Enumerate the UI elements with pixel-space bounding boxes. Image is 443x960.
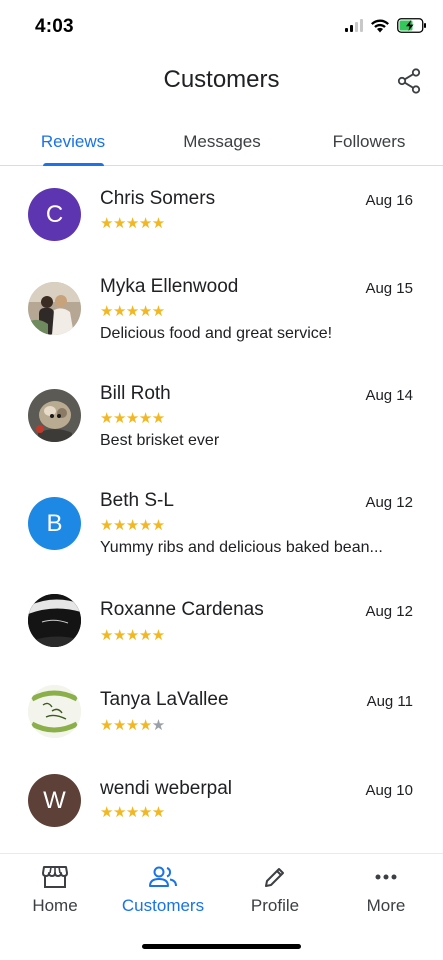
avatar [28, 594, 81, 647]
review-comment: Yummy ribs and delicious baked bean... [100, 539, 383, 556]
nav-more-label: More [366, 896, 406, 915]
app-header: Customers [0, 52, 443, 110]
reviewer-name: Roxanne Cardenas [100, 599, 264, 620]
reviewer-name: Bill Roth [100, 383, 171, 404]
profile-photo-image [28, 594, 81, 647]
review-comment: Delicious food and great service! [100, 325, 333, 342]
share-button[interactable] [395, 66, 423, 96]
logo-image [28, 685, 81, 738]
avatar: B [28, 497, 81, 550]
cellular-signal-icon [345, 19, 363, 32]
battery-charging-icon [397, 18, 426, 33]
star-rating: ★★★★★ [100, 518, 165, 533]
nav-customers[interactable]: Customers [108, 862, 218, 916]
review-date: Aug 11 [366, 693, 413, 710]
status-bar: 4:03 [0, 0, 443, 52]
review-item[interactable]: Bill Roth Aug 14 ★★★★★ Best brisket ever [0, 374, 443, 482]
review-date: Aug 14 [365, 387, 413, 404]
review-date: Aug 12 [365, 494, 413, 511]
nav-home-label: Home [32, 896, 78, 915]
reviewer-name: Myka Ellenwood [100, 276, 239, 297]
storefront-icon [42, 866, 68, 888]
star-icon: ★★★★★ [100, 804, 165, 821]
nav-profile-label: Profile [250, 896, 300, 915]
tab-messages[interactable]: Messages [170, 132, 274, 152]
star-rating: ★★★★★ [100, 628, 165, 643]
nav-home[interactable]: Home [0, 862, 110, 916]
share-icon [397, 68, 421, 94]
avatar-initial: B [46, 509, 63, 537]
star-icon: ★★★★★ [100, 517, 165, 534]
star-rating: ★★★★★ [100, 304, 165, 319]
star-icon: ★★★★★ [100, 215, 165, 232]
nav-customers-label: Customers [121, 896, 205, 915]
review-item[interactable]: W wendi weberpal Aug 10 ★★★★★ [0, 774, 443, 864]
pencil-icon [265, 868, 284, 887]
reviewer-name: Beth S-L [100, 490, 174, 511]
review-date: Aug 15 [365, 280, 413, 297]
reviewer-name: Chris Somers [100, 188, 216, 209]
people-icon [149, 866, 177, 887]
star-icon: ★★★★ [100, 717, 152, 734]
avatar [28, 389, 81, 442]
review-date: Aug 10 [365, 782, 413, 799]
profile-photo-image [28, 282, 81, 335]
review-item[interactable]: Tanya LaVallee Aug 11 ★★★★★ [0, 682, 443, 774]
nav-profile[interactable]: Profile [220, 862, 330, 916]
avatar [28, 282, 81, 335]
review-item[interactable]: Roxanne Cardenas Aug 12 ★★★★★ [0, 590, 443, 682]
review-date: Aug 12 [365, 603, 413, 620]
reviewer-name: Tanya LaVallee [100, 689, 229, 710]
review-item[interactable]: C Chris Somers Aug 16 ★★★★★ [0, 166, 443, 266]
review-comment: Best brisket ever [100, 432, 220, 449]
review-item[interactable]: Myka Ellenwood Aug 15 ★★★★★ Delicious fo… [0, 266, 443, 374]
star-empty-icon: ★ [151, 717, 165, 734]
status-time: 4:03 [35, 16, 74, 37]
review-item[interactable]: B Beth S-L Aug 12 ★★★★★ Yummy ribs and d… [0, 482, 443, 590]
star-icon: ★★★★★ [100, 410, 165, 427]
status-icons [345, 18, 427, 33]
star-rating: ★★★★★ [100, 216, 165, 231]
wifi-icon [371, 19, 389, 33]
avatar: W [28, 774, 81, 827]
more-dots-icon [375, 874, 397, 880]
tab-bar: Reviews Messages Followers [0, 118, 443, 166]
home-indicator[interactable] [142, 944, 301, 949]
star-rating: ★★★★★ [100, 805, 165, 820]
star-rating: ★★★★★ [100, 718, 165, 733]
avatar: C [28, 188, 81, 241]
tab-followers[interactable]: Followers [322, 132, 416, 152]
review-date: Aug 16 [365, 192, 413, 209]
avatar [28, 685, 81, 738]
avatar-initial: W [43, 786, 66, 814]
avatar-initial: C [45, 200, 64, 228]
star-rating: ★★★★★ [100, 411, 165, 426]
tab-reviews[interactable]: Reviews [28, 132, 118, 152]
profile-photo-image [28, 389, 81, 442]
star-icon: ★★★★★ [100, 303, 165, 320]
star-icon: ★★★★★ [100, 627, 165, 644]
nav-more[interactable]: More [331, 862, 441, 916]
reviewer-name: wendi weberpal [100, 778, 233, 799]
page-title: Customers [163, 66, 280, 93]
